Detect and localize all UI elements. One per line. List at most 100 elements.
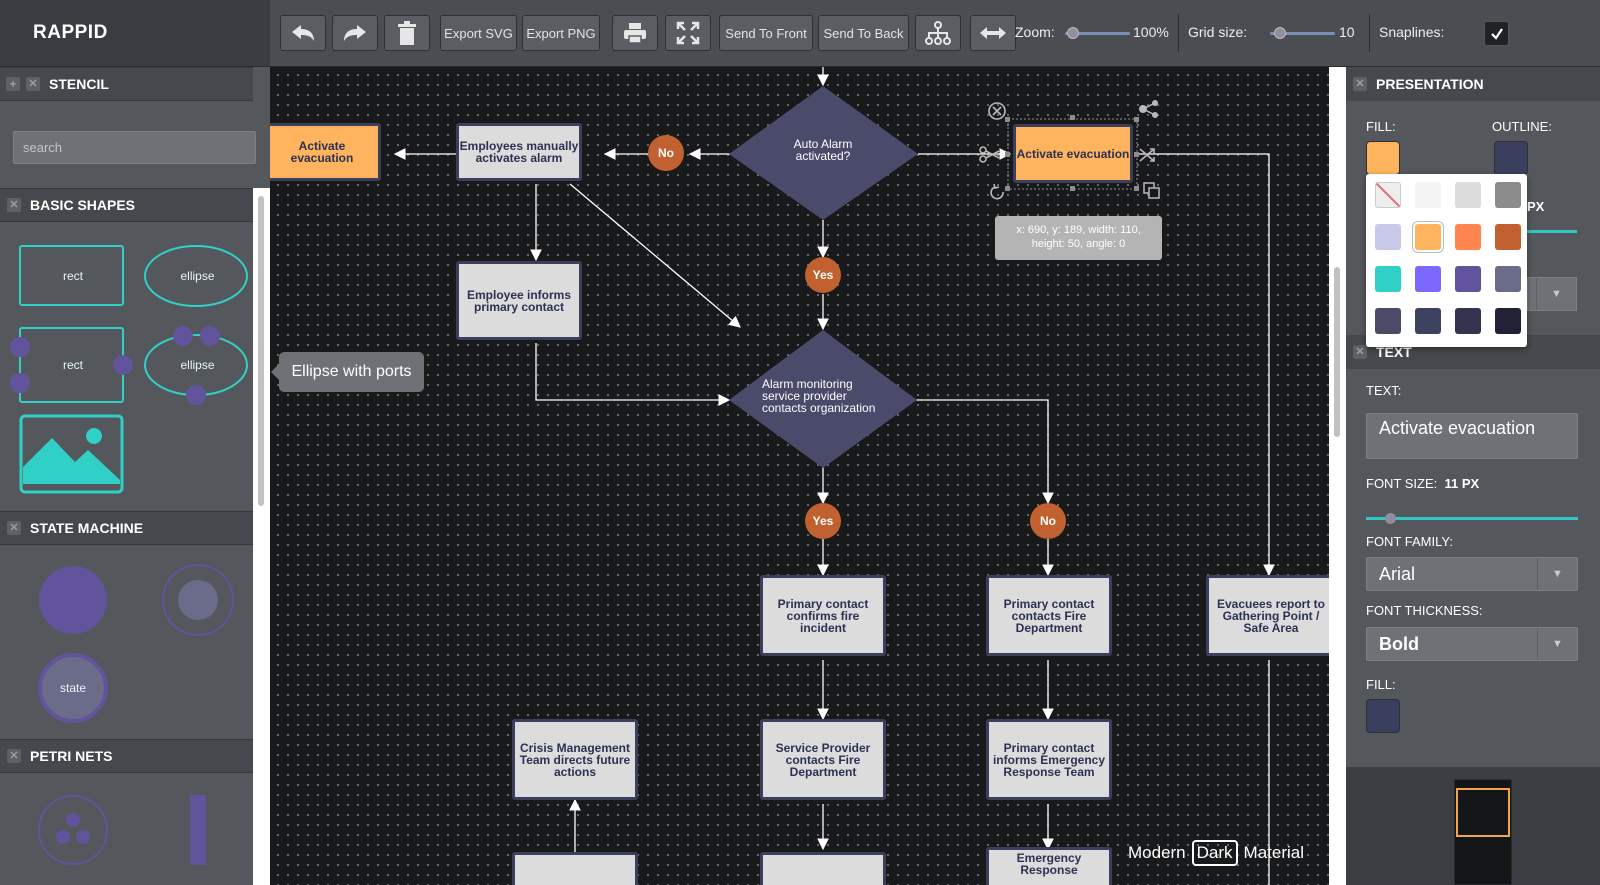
palette-color-2[interactable] — [1455, 182, 1481, 208]
navigator[interactable] — [1346, 767, 1600, 885]
palette-color-15[interactable] — [1495, 308, 1521, 334]
link[interactable] — [916, 399, 1054, 505]
layout-button[interactable] — [915, 15, 961, 51]
collapse-icon[interactable]: ✕ — [7, 749, 21, 763]
outline-label: OUTLINE: — [1492, 119, 1552, 134]
snaplines-checkbox[interactable] — [1484, 21, 1509, 46]
node-employees-manually-activate[interactable]: Employees manually activates alarm — [456, 123, 582, 181]
link[interactable] — [569, 183, 741, 328]
print-button[interactable] — [612, 15, 658, 51]
fit-width-button[interactable] — [970, 15, 1016, 51]
export-png-button[interactable]: Export PNG — [522, 15, 600, 51]
font-size-slider-handle[interactable] — [1385, 513, 1396, 524]
export-svg-button[interactable]: Export SVG — [440, 15, 517, 51]
palette-color-4[interactable] — [1375, 224, 1401, 250]
state-machine-header[interactable]: ✕ STATE MACHINE — [0, 511, 253, 545]
toolbar: Export SVG Export PNG Send To Front Send… — [270, 0, 1600, 67]
zoom-slider-handle[interactable] — [1067, 27, 1079, 39]
send-to-front-button[interactable]: Send To Front — [719, 15, 813, 51]
stencil-place[interactable] — [38, 795, 108, 865]
node-primary-contact-confirms[interactable]: Primary contact confirms fire incident — [760, 575, 886, 656]
chevron-down-icon: ▼ — [1537, 628, 1577, 660]
palette-color-10[interactable] — [1455, 266, 1481, 292]
canvas-scrollbar[interactable] — [1329, 67, 1346, 885]
font-size-slider[interactable] — [1366, 513, 1578, 524]
palette-color-8[interactable] — [1375, 266, 1401, 292]
node-employee-informs-primary[interactable]: Employee informs primary contact — [456, 261, 582, 340]
outline-style-select[interactable]: ▼ — [1527, 277, 1577, 311]
link-label-yes[interactable]: Yes — [805, 257, 841, 293]
palette-color-3[interactable] — [1495, 182, 1521, 208]
palette-color-0[interactable] — [1375, 182, 1401, 208]
font-thickness-select[interactable]: Bold ▼ — [1366, 627, 1578, 661]
theme-dark[interactable]: Dark — [1191, 840, 1238, 866]
fork-handle-icon[interactable] — [1139, 148, 1155, 162]
node-service-provider-contacts[interactable]: Service Provider contacts Fire Departmen… — [760, 719, 886, 800]
trash-icon — [398, 21, 416, 45]
fullscreen-button[interactable] — [665, 15, 711, 51]
stencil-scrollbar-thumb[interactable] — [258, 196, 264, 506]
palette-color-5[interactable] — [1415, 224, 1441, 250]
palette-color-6[interactable] — [1455, 224, 1481, 250]
send-to-back-button[interactable]: Send To Back — [818, 15, 909, 51]
node-crisis-management[interactable]: Crisis Management Team directs future ac… — [512, 719, 638, 800]
tree-layout-icon — [925, 21, 951, 45]
basic-shapes-header[interactable]: ✕ BASIC SHAPES — [0, 188, 253, 222]
palette-color-7[interactable] — [1495, 224, 1521, 250]
clone-handle-icon[interactable] — [1143, 182, 1160, 199]
grid-size-slider-handle[interactable] — [1274, 27, 1286, 39]
collapse-icon[interactable]: ✕ — [7, 198, 21, 212]
palette-color-14[interactable] — [1455, 308, 1481, 334]
collapse-all-icon[interactable]: ✕ — [26, 77, 40, 91]
node-emergency-response[interactable]: Emergency Response — [986, 847, 1112, 885]
diagram-canvas[interactable]: Activate evacuation Employees manually a… — [270, 67, 1329, 885]
collapse-icon[interactable]: ✕ — [1353, 345, 1367, 359]
navigator-viewport[interactable] — [1456, 788, 1510, 837]
redo-button[interactable] — [332, 15, 378, 51]
presentation-header[interactable]: ✕ PRESENTATION — [1346, 67, 1600, 101]
stencil-start-state[interactable] — [39, 566, 107, 634]
petri-nets-header[interactable]: ✕ PETRI NETS — [0, 739, 253, 773]
clear-button[interactable] — [384, 15, 430, 51]
print-icon — [624, 23, 646, 44]
theme-modern[interactable]: Modern — [1128, 843, 1186, 863]
text-fill-swatch[interactable] — [1366, 699, 1400, 733]
link-label-yes[interactable]: Yes — [805, 503, 841, 539]
stencil-scrollbar[interactable] — [253, 188, 270, 885]
stencil-image[interactable] — [19, 414, 124, 494]
rotate-handle-icon[interactable] — [990, 183, 1004, 200]
theme-material[interactable]: Material — [1244, 843, 1304, 863]
expand-all-icon[interactable]: + — [6, 77, 20, 91]
text-input[interactable]: Activate evacuation — [1366, 413, 1578, 459]
palette-color-1[interactable] — [1415, 182, 1441, 208]
node-activate-evacuation-selected[interactable]: Activate evacuation — [1013, 124, 1133, 183]
palette-color-9[interactable] — [1415, 266, 1441, 292]
node-evacuees-report[interactable]: Evacuees report to Gathering Point / Saf… — [1206, 575, 1329, 656]
stencil-transition[interactable] — [190, 795, 206, 865]
undo-button[interactable] — [280, 15, 326, 51]
inspector-panel: ✕ PRESENTATION FILL: OUTLINE: PX ▼ ✕ TEX… — [1346, 67, 1600, 767]
link-label-no[interactable]: No — [1030, 503, 1066, 539]
node-partial[interactable] — [512, 852, 638, 885]
node-primary-contact-contacts-fd[interactable]: Primary contact contacts Fire Department — [986, 575, 1112, 656]
palette-color-12[interactable] — [1375, 308, 1401, 334]
palette-color-13[interactable] — [1415, 308, 1441, 334]
palette-color-11[interactable] — [1495, 266, 1521, 292]
node-activate-evacuation-left[interactable]: Activate evacuation — [270, 123, 381, 181]
outline-width-slider[interactable] — [1527, 230, 1577, 233]
canvas-scrollbar-thumb[interactable] — [1334, 267, 1340, 437]
font-family-select[interactable]: Arial ▼ — [1366, 557, 1578, 591]
node-partial[interactable] — [760, 852, 886, 885]
fill-color-swatch[interactable] — [1366, 141, 1400, 175]
link[interactable] — [535, 343, 731, 406]
remove-handle-icon[interactable] — [988, 102, 1006, 120]
toolbar-divider — [1369, 14, 1370, 52]
collapse-icon[interactable]: ✕ — [7, 521, 21, 535]
node-primary-contact-informs[interactable]: Primary contact informs Emergency Respon… — [986, 719, 1112, 800]
outline-color-swatch[interactable] — [1494, 141, 1528, 175]
collapse-icon[interactable]: ✕ — [1353, 77, 1367, 91]
stencil-end-state[interactable] — [162, 564, 234, 636]
link-handle-icon[interactable] — [1139, 100, 1158, 118]
stencil-search-input[interactable] — [13, 131, 256, 164]
link-label-no[interactable]: No — [648, 135, 684, 171]
